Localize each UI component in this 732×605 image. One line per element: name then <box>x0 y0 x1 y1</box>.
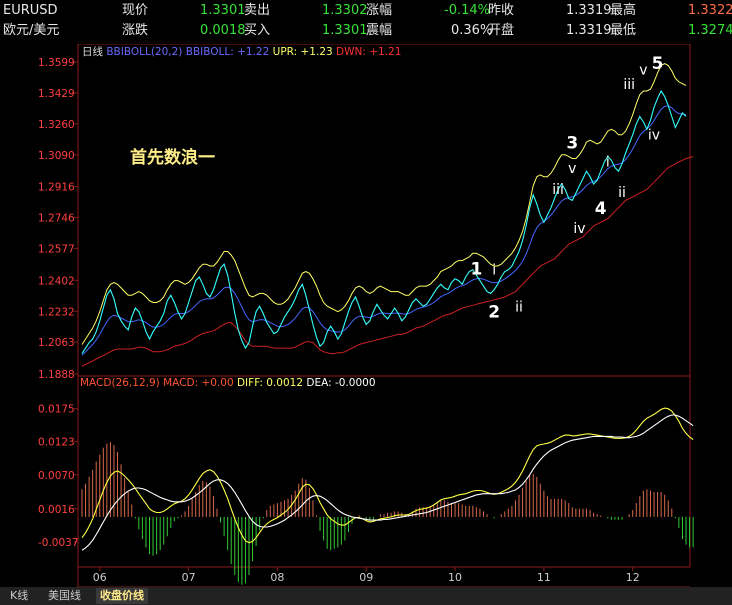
wave-label: 3 <box>566 133 578 153</box>
high-value: 1.3322 <box>688 3 732 18</box>
wave-label: v <box>639 63 647 79</box>
price-y-tick-label: 1.2746 <box>38 213 75 225</box>
macd-y-tick-label: 0.0070 <box>38 470 75 482</box>
x-axis-tick-label: 09 <box>359 571 373 584</box>
open-label: 开盘 <box>488 23 515 38</box>
macd-y-tick-label: 0.0016 <box>38 504 75 516</box>
tab-close-line[interactable]: 收盘价线 <box>96 588 148 604</box>
macd-y-tick-label: 0.0175 <box>38 404 75 416</box>
wave-label: iv <box>648 127 660 143</box>
x-axis-tick-label: 11 <box>537 571 551 584</box>
quote-header: EURUSD 现价 1.3301 卖出 1.3302 涨幅 -0.14% 昨收 … <box>0 0 732 44</box>
buy-value: 1.3301 <box>322 23 368 38</box>
legend-entry: BBIBOLL: +1.22 <box>186 46 273 58</box>
amp-value: 0.36% <box>451 23 493 38</box>
period-label: 日线 <box>82 45 106 58</box>
wave-label: iii <box>552 182 564 198</box>
tab-us-line[interactable]: 美国线 <box>44 588 85 604</box>
wave-label: v <box>568 161 576 177</box>
low-label: 最低 <box>610 23 637 38</box>
x-axis-tick-label: 08 <box>270 571 284 584</box>
legend-entry: MACD: +0.00 <box>163 377 237 389</box>
wave-label: 4 <box>595 199 607 219</box>
chg-label: 涨跌 <box>122 23 149 38</box>
x-axis-tick-label: 07 <box>182 571 196 584</box>
macd-y-tick-label: -0.0037 <box>38 537 79 549</box>
wave-label: 2 <box>488 302 500 322</box>
chart-annotation-title: 首先数浪一 <box>130 147 215 168</box>
chgpct-label: 涨幅 <box>366 3 393 18</box>
last-label: 现价 <box>122 3 149 18</box>
price-y-tick-label: 1.2916 <box>38 182 75 194</box>
price-legend: 日线 BBIBOLL(20,2) BBIBOLL: +1.22 UPR: +1.… <box>82 45 401 58</box>
wave-label: 1 <box>470 259 482 279</box>
price-y-tick-label: 1.3260 <box>38 119 75 131</box>
legend-entry: BBIBOLL(20,2) <box>106 46 185 58</box>
wave-label: i <box>492 262 496 278</box>
amp-label: 震幅 <box>366 23 393 38</box>
high-label: 最高 <box>610 3 637 18</box>
price-y-tick-label: 1.1888 <box>38 369 75 381</box>
wave-label: ii <box>618 185 626 201</box>
wave-label: iv <box>573 221 585 237</box>
price-y-tick-label: 1.2232 <box>38 306 75 318</box>
legend-entry: UPR: +1.23 <box>273 46 336 58</box>
wave-label: i <box>606 155 610 171</box>
wave-label: 5 <box>652 54 664 74</box>
macd-y-tick-label: 0.0123 <box>38 436 75 448</box>
open-value: 1.3319 <box>566 23 612 38</box>
buy-label: 买入 <box>244 23 271 38</box>
price-y-tick-label: 1.3090 <box>38 150 75 162</box>
chg-value: 0.0018 <box>200 23 246 38</box>
view-tabs: K线 美国线 收盘价线 <box>0 587 732 605</box>
legend-entry: DIFF: 0.0012 <box>237 377 306 389</box>
legend-entry: DWN: +1.21 <box>336 46 401 58</box>
prevclose-label: 昨收 <box>488 3 515 18</box>
legend-entry: MACD(26,12,9) <box>80 377 163 389</box>
low-value: 1.3274 <box>688 23 732 38</box>
price-chart[interactable]: 1 i2 iiiii3viv4iiiiiiv 5iv 1.35991.34291.32… <box>0 44 732 587</box>
sell-label: 卖出 <box>244 3 271 18</box>
x-axis-tick-label: 10 <box>448 571 462 584</box>
chgpct-value: -0.14% <box>444 3 490 18</box>
x-axis-tick-label: 06 <box>93 571 107 584</box>
price-y-tick-label: 1.2577 <box>38 243 75 255</box>
prevclose-value: 1.3319 <box>566 3 612 18</box>
symbol: EURUSD <box>3 3 58 18</box>
wave-label: ii <box>515 299 523 315</box>
instrument-name: 欧元/美元 <box>3 23 60 38</box>
x-axis-tick-label: 12 <box>626 571 640 584</box>
price-y-tick-label: 1.3429 <box>38 88 75 100</box>
legend-entry: DEA: -0.0000 <box>306 377 375 389</box>
price-y-tick-label: 1.2063 <box>38 337 75 349</box>
macd-legend: MACD(26,12,9) MACD: +0.00 DIFF: 0.0012 D… <box>80 377 376 389</box>
last-value: 1.3301 <box>200 3 246 18</box>
price-y-tick-label: 1.2402 <box>38 275 75 287</box>
wave-label: iii <box>623 77 635 93</box>
price-y-tick-label: 1.3599 <box>38 57 75 69</box>
tab-kline[interactable]: K线 <box>6 588 32 604</box>
sell-value: 1.3302 <box>322 3 368 18</box>
